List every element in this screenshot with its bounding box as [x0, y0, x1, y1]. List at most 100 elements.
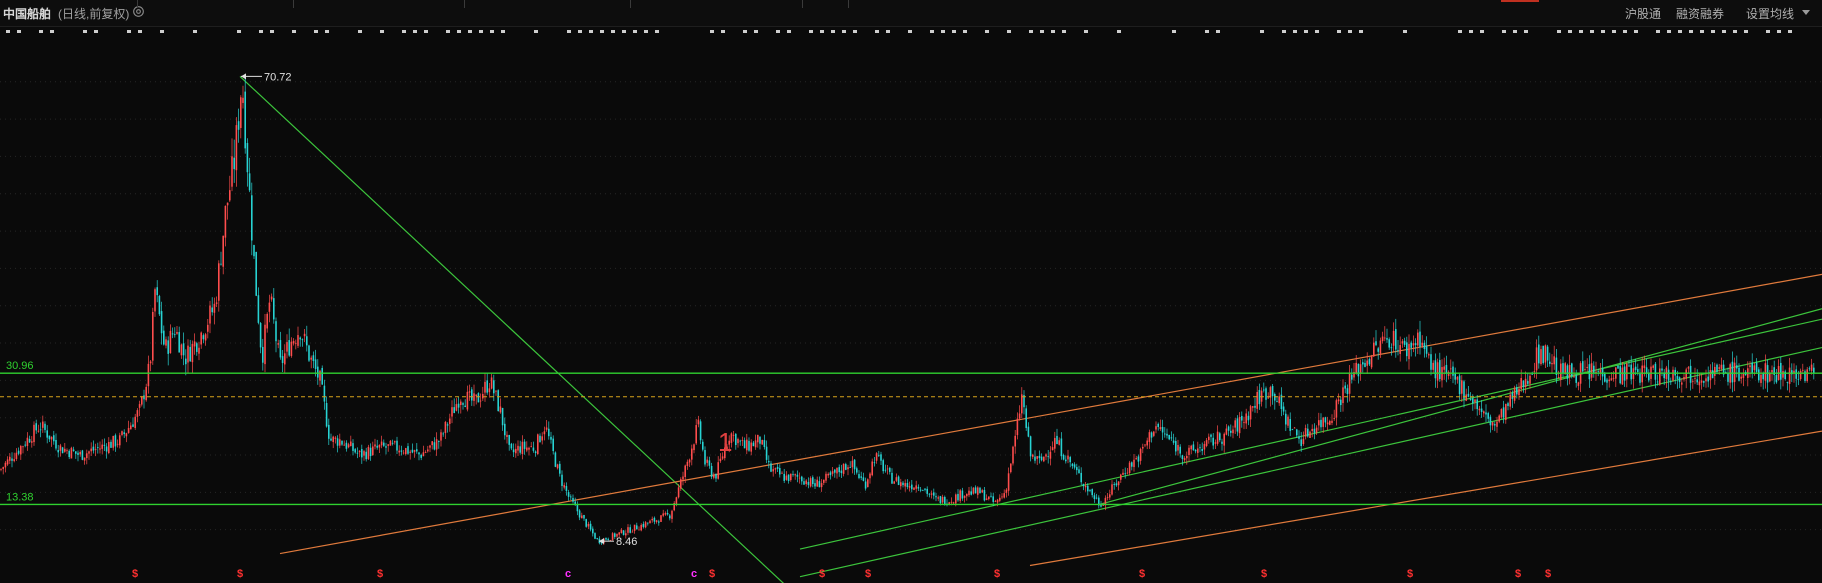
candlestick-chart[interactable]: $ $ $ c c $ $ $ $ $ $ $ $ $ 30.96 13.38 70.72 8.46 1 [0, 27, 1822, 583]
candle-body [321, 367, 323, 385]
candle-body [1656, 381, 1659, 383]
candle-body [281, 356, 284, 364]
candle-body [1465, 394, 1467, 401]
candle-body [411, 449, 414, 453]
candle-body [103, 444, 106, 446]
candle-body [640, 524, 642, 531]
candle-body [702, 441, 704, 450]
candle-body [1252, 406, 1254, 408]
candle-body [871, 461, 873, 476]
candle-body [928, 493, 931, 495]
candle-body [1298, 436, 1300, 439]
candle-body [297, 335, 299, 346]
candle-body [145, 386, 147, 401]
candle-body [944, 496, 946, 505]
signal-dot [1315, 30, 1319, 33]
candle-body [1047, 456, 1049, 458]
candle-body [985, 498, 988, 500]
candle-body [1520, 378, 1522, 389]
signal-dot [875, 30, 879, 33]
candle-body [1760, 374, 1762, 383]
candle-body [699, 421, 702, 441]
candle-body [515, 448, 517, 454]
candle-body [231, 156, 233, 187]
candle-body [391, 442, 394, 444]
candle-body [653, 517, 656, 522]
candle-body [191, 343, 194, 363]
hk-connect-link[interactable]: 沪股通 [1625, 5, 1661, 22]
candle-body [1049, 451, 1052, 459]
candle-body [1166, 433, 1168, 436]
candle-body [979, 487, 981, 494]
candle-body [185, 358, 187, 365]
candle-body [1590, 363, 1593, 378]
ma-settings-link[interactable]: 设置均线 [1746, 5, 1794, 22]
candle-body [1476, 399, 1478, 410]
candle-body [1038, 455, 1041, 459]
signal-dot [622, 30, 626, 33]
margin-trading-link[interactable]: 融资融券 [1676, 5, 1724, 22]
signal-dot [39, 30, 43, 33]
candle-body [1753, 365, 1756, 371]
candle-body [1634, 366, 1637, 371]
trade-marker: $ [237, 568, 243, 580]
candle-body [1681, 382, 1683, 385]
candle-body [1494, 424, 1496, 426]
caret-down-icon[interactable] [1802, 10, 1810, 16]
candle-body [1399, 345, 1401, 354]
signal-dot [83, 30, 87, 33]
candle-body [497, 390, 499, 412]
candle-body [1626, 363, 1628, 380]
candle-body [182, 343, 185, 356]
candle-body [167, 340, 169, 354]
candle-body [834, 469, 836, 473]
candle-body [990, 495, 992, 497]
candle-body [156, 287, 158, 296]
candle-body [950, 501, 953, 503]
candle-body [812, 477, 814, 485]
candle-body [935, 496, 937, 498]
candle-body [827, 473, 829, 476]
candle-body [453, 407, 455, 414]
candle-body [255, 251, 257, 296]
candle-body [1755, 362, 1758, 372]
candle-body [1799, 370, 1802, 379]
candle-body [999, 497, 1001, 501]
candle-body [988, 496, 990, 500]
stock-name[interactable]: 中国船舶 [3, 5, 51, 22]
candle-body [752, 442, 755, 447]
candle-body [658, 521, 660, 523]
candle-body [345, 442, 348, 449]
candle-body [884, 469, 887, 471]
candle-body [398, 450, 400, 453]
candle-body [501, 407, 504, 426]
candle-body [213, 303, 216, 313]
signal-dot [1766, 30, 1770, 33]
candle-body [6, 459, 9, 465]
candle-body [1133, 459, 1135, 468]
candle-body [1302, 438, 1305, 444]
candle-body [165, 339, 167, 346]
signal-dot [1777, 30, 1781, 33]
candle-body [233, 157, 235, 170]
chart-mode-label[interactable]: (日线,前复权) [58, 5, 129, 22]
signal-dot [1524, 30, 1528, 33]
candle-body [548, 428, 550, 437]
candle-body [61, 447, 64, 454]
candle-body [508, 434, 510, 445]
candle-body [1122, 472, 1124, 475]
high-price-label: 70.72 [264, 71, 292, 83]
candle-body [1014, 435, 1016, 447]
candle-body [1685, 369, 1687, 379]
candle-body [719, 458, 722, 462]
candle-body [605, 537, 607, 540]
candle-body [1212, 437, 1214, 446]
gear-icon[interactable] [132, 5, 145, 18]
candle-body [1304, 428, 1307, 437]
candle-body [369, 447, 372, 457]
candle-body [759, 436, 761, 444]
candle-body [1808, 368, 1811, 370]
candle-body [1089, 490, 1091, 491]
candle-body [1010, 463, 1012, 473]
candle-body [798, 477, 801, 479]
